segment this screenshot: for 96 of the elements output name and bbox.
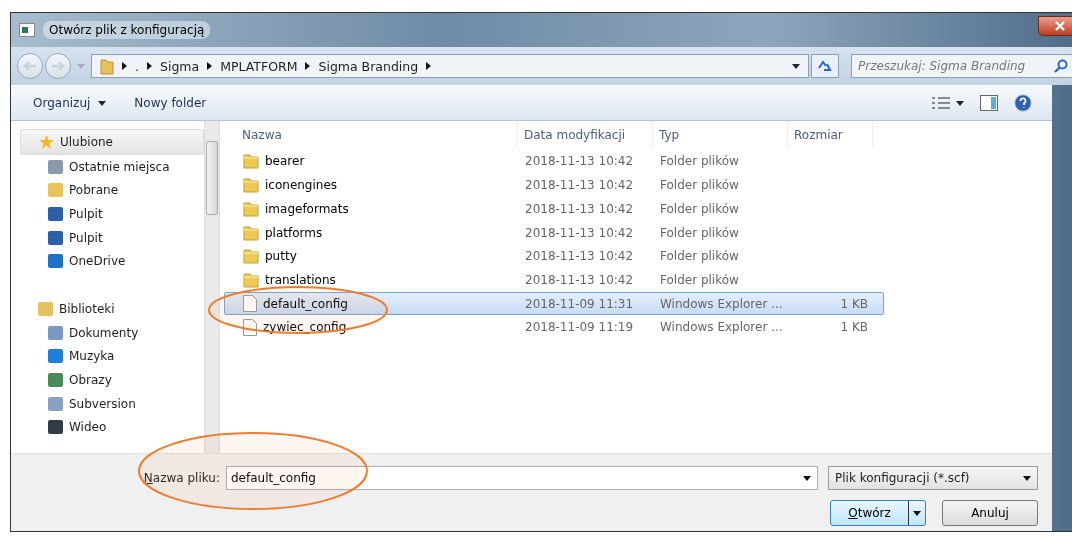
modified-date: 2018-11-13 10:42 <box>524 249 635 264</box>
breadcrumb-item[interactable]: MPLATFORM <box>220 58 298 74</box>
sidebar-item[interactable]: Ostatnie miejsca <box>20 154 204 179</box>
file-name: bearer <box>265 154 305 169</box>
file-name: translations <box>265 272 336 287</box>
file-type: Windows Explorer ... <box>659 296 784 311</box>
caret-icon <box>1023 475 1031 481</box>
breadcrumb-arrow-icon[interactable] <box>426 62 432 70</box>
sidebar-item[interactable]: Pobrane <box>20 178 204 203</box>
help-icon[interactable] <box>1014 94 1032 112</box>
sidebar-item[interactable]: Obrazy <box>20 368 204 392</box>
caret-icon <box>98 100 107 106</box>
view-caret-icon[interactable] <box>956 100 964 106</box>
breadcrumb-item[interactable]: Sigma Branding <box>318 58 419 74</box>
file-row[interactable]: bearer 2018-11-13 10:42 Folder plików <box>224 150 884 173</box>
folder-icon <box>243 224 259 241</box>
breadcrumb-arrow-icon[interactable] <box>305 62 311 70</box>
forward-arrow-icon <box>50 60 66 72</box>
sidebar-item[interactable]: Wideo <box>20 415 204 440</box>
scrollbar[interactable] <box>204 121 220 453</box>
new-folder-button[interactable]: Nowy folder <box>128 92 213 114</box>
file-type-dropdown[interactable]: Plik konfiguracji (*.scf) <box>828 466 1038 490</box>
modified-date: 2018-11-09 11:31 <box>524 296 635 311</box>
column-header[interactable]: Rozmiar <box>788 121 873 149</box>
cancel-button[interactable]: Anuluj <box>942 500 1038 526</box>
file-row[interactable]: platforms 2018-11-13 10:42 Folder plików <box>224 221 884 244</box>
folder-icon <box>243 153 259 170</box>
view-list-icon[interactable] <box>932 97 950 109</box>
file-name: iconengines <box>265 178 338 193</box>
folder-icon <box>243 248 259 265</box>
sidebar-item[interactable]: Subversion <box>20 391 204 416</box>
caret-icon <box>913 510 921 516</box>
file-row[interactable]: imageformats 2018-11-13 10:42 Folder plików <box>224 197 884 221</box>
file-type: Folder plików <box>659 272 740 287</box>
file-type: Folder plików <box>659 154 740 169</box>
file-row[interactable]: putty 2018-11-13 10:42 Folder plików <box>224 244 884 268</box>
file-row[interactable]: zywiec_config 2018-11-09 11:19 Windows Explorer ... 1 KB <box>224 316 884 339</box>
refresh-button[interactable] <box>811 54 839 78</box>
file-size: 1 KB <box>839 320 869 335</box>
file-size: 1 KB <box>839 296 869 311</box>
sidebar-item[interactable]: Dokumenty <box>20 320 204 345</box>
file-row[interactable]: translations 2018-11-13 10:42 Folder plików <box>224 268 884 292</box>
dropdown-caret-icon[interactable] <box>803 476 811 481</box>
refresh-arrows-icon <box>817 59 833 73</box>
modified-date: 2018-11-13 10:42 <box>524 201 635 216</box>
sidebar-group[interactable]: Biblioteki <box>20 297 204 321</box>
file-name: imageformats <box>265 201 349 216</box>
file-row[interactable]: default_config 2018-11-09 11:31 Windows Explorer ... 1 KB <box>224 292 884 315</box>
address-bar[interactable]: . Sigma MPLATFORM Sigma Branding <box>91 54 809 78</box>
file-name: platforms <box>265 225 323 240</box>
column-header[interactable]: Typ <box>653 121 788 149</box>
filename-field[interactable]: default_config <box>226 466 818 490</box>
folder-icon <box>243 177 259 194</box>
file-icon <box>243 318 257 336</box>
filename-label: Nazwa pliku: <box>143 471 220 485</box>
modified-date: 2018-11-13 10:42 <box>524 178 635 193</box>
folder-icon <box>243 271 259 288</box>
close-icon <box>1054 21 1066 31</box>
sidebar-item[interactable]: Pulpit <box>20 225 204 250</box>
file-type: Folder plików <box>659 225 740 240</box>
file-type: Folder plików <box>659 178 740 193</box>
file-type: Folder plików <box>659 201 740 216</box>
back-arrow-icon <box>22 60 38 72</box>
breadcrumb-item[interactable]: . <box>135 58 139 74</box>
window-title: Otwórz plik z konfiguracją <box>43 21 211 39</box>
search-icon <box>1054 59 1068 73</box>
sidebar-item[interactable]: OneDrive <box>20 249 204 274</box>
preview-pane-icon[interactable] <box>980 95 998 111</box>
breadcrumb-arrow-icon[interactable] <box>207 62 213 70</box>
column-header[interactable]: Data modyfikacji <box>518 121 653 149</box>
file-row[interactable]: iconengines 2018-11-13 10:42 Folder plików <box>224 173 884 197</box>
file-type: Folder plików <box>659 249 740 264</box>
sidebar-item[interactable]: Muzyka <box>20 344 204 369</box>
breadcrumb-arrow-icon[interactable] <box>122 62 127 70</box>
organize-menu-button[interactable]: Organizuj <box>27 92 113 114</box>
close-button[interactable] <box>1038 16 1072 36</box>
file-icon <box>243 295 257 313</box>
folder-icon <box>100 57 114 75</box>
file-name: putty <box>265 249 297 264</box>
sidebar-item[interactable]: Pulpit <box>20 202 204 226</box>
file-name: zywiec_config <box>263 320 347 335</box>
file-type: Windows Explorer ... <box>659 320 784 335</box>
breadcrumb-item[interactable]: Sigma <box>160 58 200 74</box>
column-header[interactable]: Nazwa <box>224 121 518 149</box>
search-field[interactable]: Przeszukaj: Sigma Branding <box>851 54 1072 78</box>
folder-icon <box>243 200 259 217</box>
sidebar-group[interactable]: Ulubione <box>20 129 204 155</box>
modified-date: 2018-11-09 11:19 <box>524 320 635 335</box>
modified-date: 2018-11-13 10:42 <box>524 154 635 169</box>
breadcrumb-arrow-icon[interactable] <box>147 62 152 70</box>
app-icon <box>19 23 35 37</box>
modified-date: 2018-11-13 10:42 <box>524 272 635 287</box>
file-name: default_config <box>263 296 348 311</box>
modified-date: 2018-11-13 10:42 <box>524 225 635 240</box>
dropdown-caret-icon[interactable] <box>792 63 800 69</box>
open-button[interactable]: Otwórz <box>830 500 926 526</box>
